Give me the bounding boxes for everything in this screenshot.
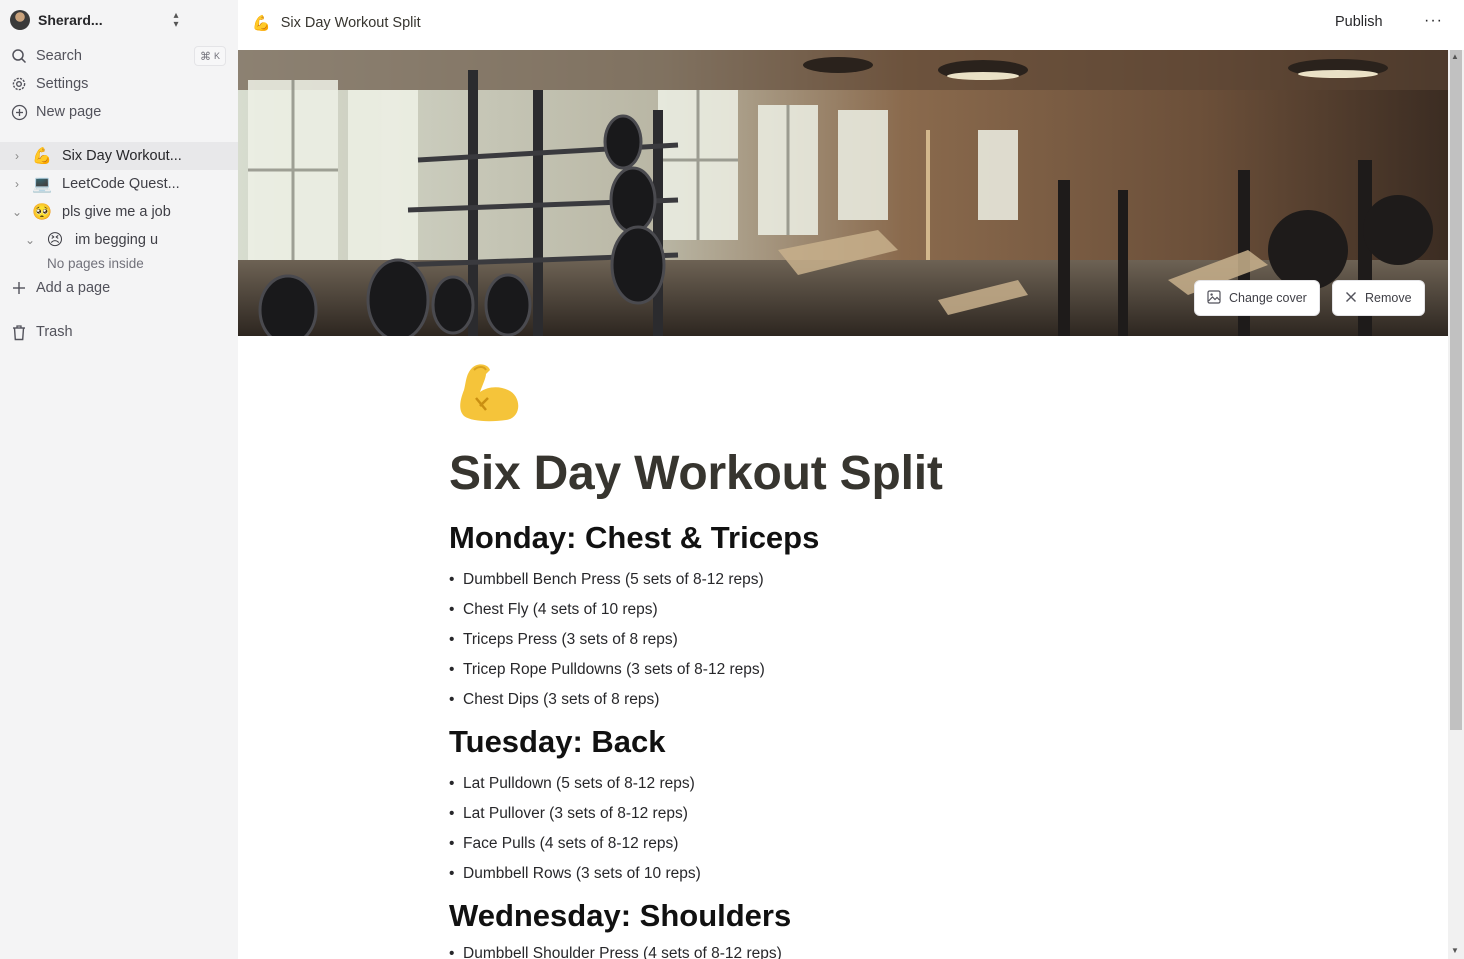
trash-button[interactable]: Trash	[10, 320, 228, 344]
chevron-down-icon[interactable]: ⌄	[23, 233, 37, 247]
bullet-icon: •	[449, 691, 455, 708]
sidebar: Sherard... ▴ ▾ Search ⌘ K Settings New pa…	[0, 0, 238, 959]
sidebar-item-label: LeetCode Quest...	[62, 176, 180, 192]
bullet-icon: •	[449, 835, 455, 852]
add-page-label: Add a page	[36, 280, 111, 296]
list-item[interactable]: • Tricep Rope Pulldowns (3 sets of 8-12 r…	[449, 661, 765, 679]
section-heading[interactable]: Monday: Chest & Triceps	[449, 520, 819, 556]
list-item[interactable]: • Dumbbell Bench Press (5 sets of 8-12 re…	[449, 571, 764, 589]
empty-children-note: No pages inside	[47, 256, 144, 271]
scrollbar-thumb[interactable]	[1450, 50, 1462, 730]
chevron-right-icon[interactable]: ›	[10, 177, 24, 191]
sidebar-item-label: pls give me a job	[62, 204, 171, 220]
list-item-text: Lat Pulldown (5 sets of 8-12 reps)	[463, 775, 695, 792]
list-item[interactable]: • Chest Dips (3 sets of 8 reps)	[449, 691, 659, 709]
sidebar-item-six-day-workout[interactable]: › 💪 Six Day Workout...	[0, 142, 238, 170]
more-options-icon[interactable]: ···	[1424, 12, 1443, 30]
bullet-icon: •	[449, 775, 455, 792]
list-item[interactable]: • Dumbbell Shoulder Press (4 sets of 8-12…	[449, 945, 782, 959]
list-item-text: Lat Pullover (3 sets of 8-12 reps)	[463, 805, 688, 822]
image-icon	[1207, 289, 1221, 307]
list-item[interactable]: • Lat Pullover (3 sets of 8-12 reps)	[449, 805, 688, 823]
chevron-right-icon[interactable]: ›	[10, 149, 24, 163]
publish-button[interactable]: Publish	[1335, 14, 1383, 30]
list-item-text: Triceps Press (3 sets of 8 reps)	[463, 631, 678, 648]
cover-image: Change cover Remove	[238, 50, 1448, 336]
flexed-biceps-icon: 💪	[32, 148, 52, 165]
list-item[interactable]: • Lat Pulldown (5 sets of 8-12 reps)	[449, 775, 695, 793]
list-item-text: Chest Fly (4 sets of 10 reps)	[463, 601, 658, 618]
close-icon	[1345, 291, 1357, 306]
chevron-down-icon[interactable]: ⌄	[10, 205, 24, 219]
sidebar-item-label: Six Day Workout...	[62, 148, 182, 164]
bullet-icon: •	[449, 571, 455, 588]
list-item-text: Face Pulls (4 sets of 8-12 reps)	[463, 835, 679, 852]
list-item-text: Dumbbell Bench Press (5 sets of 8-12 rep…	[463, 571, 764, 588]
new-page-label: New page	[36, 104, 102, 120]
workspace-switcher[interactable]: Sherard... ▴ ▾	[10, 8, 190, 32]
bullet-icon: •	[449, 601, 455, 618]
workspace-name: Sherard...	[38, 12, 103, 28]
add-page-button[interactable]: Add a page	[10, 276, 228, 300]
section-heading[interactable]: Wednesday: Shoulders	[449, 898, 791, 934]
pleading-face-icon: 🥺	[32, 204, 52, 221]
top-bar: 💪 Six Day Workout Split Publish ···	[238, 0, 1464, 50]
list-item-text: Dumbbell Shoulder Press (4 sets of 8-12 …	[463, 945, 782, 959]
remove-cover-button[interactable]: Remove	[1332, 280, 1425, 316]
settings-label: Settings	[36, 76, 89, 92]
bullet-icon: •	[449, 945, 455, 959]
list-item[interactable]: • Dumbbell Rows (3 sets of 10 reps)	[449, 865, 701, 883]
scroll-down-arrow-icon[interactable]: ▼	[1451, 946, 1459, 955]
list-item[interactable]: • Triceps Press (3 sets of 8 reps)	[449, 631, 678, 649]
bullet-icon: •	[449, 661, 455, 678]
scroll-up-arrow-icon[interactable]: ▲	[1451, 52, 1459, 61]
sidebar-item-begging[interactable]: ⌄ 😣 im begging u	[0, 226, 238, 254]
gear-icon	[10, 75, 28, 93]
flexed-biceps-icon	[460, 364, 519, 422]
chevron-up-down-icon: ▴ ▾	[173, 10, 179, 30]
sidebar-item-leetcode[interactable]: › 💻 LeetCode Quest...	[0, 170, 238, 198]
search-shortcut: ⌘ K	[193, 46, 226, 66]
sidebar-item-job[interactable]: ⌄ 🥺 pls give me a job	[0, 198, 238, 226]
bullet-icon: •	[449, 805, 455, 822]
laptop-icon: 💻	[32, 176, 52, 193]
search-icon	[10, 47, 28, 65]
change-cover-button[interactable]: Change cover	[1194, 280, 1320, 316]
persevering-face-icon: 😣	[46, 232, 64, 249]
list-item-text: Dumbbell Rows (3 sets of 10 reps)	[463, 865, 701, 882]
search-button[interactable]: Search ⌘ K	[10, 44, 228, 68]
remove-cover-label: Remove	[1365, 291, 1412, 305]
avatar	[10, 10, 30, 30]
section-heading[interactable]: Tuesday: Back	[449, 724, 666, 760]
change-cover-label: Change cover	[1229, 291, 1307, 305]
trash-icon	[10, 323, 28, 341]
search-label: Search	[36, 48, 82, 64]
plus-circle-icon	[10, 103, 28, 121]
command-key-icon: ⌘	[199, 50, 211, 63]
breadcrumb-title: Six Day Workout Split	[280, 15, 421, 31]
breadcrumb[interactable]: 💪 Six Day Workout Split	[252, 14, 421, 32]
new-page-button[interactable]: New page	[10, 100, 228, 124]
sidebar-item-label: im begging u	[75, 232, 159, 248]
bullet-icon: •	[449, 631, 455, 648]
list-item[interactable]: • Face Pulls (4 sets of 8-12 reps)	[449, 835, 678, 853]
flexed-biceps-icon: 💪	[252, 15, 271, 32]
plus-icon	[10, 279, 28, 297]
page-icon-flexed-biceps[interactable]	[452, 360, 528, 426]
shortcut-key: K	[213, 51, 220, 61]
trash-label: Trash	[36, 324, 73, 340]
bullet-icon: •	[449, 865, 455, 882]
list-item-text: Chest Dips (3 sets of 8 reps)	[463, 691, 660, 708]
page-title[interactable]: Six Day Workout Split	[449, 446, 943, 501]
list-item-text: Tricep Rope Pulldowns (3 sets of 8-12 re…	[463, 661, 765, 678]
settings-button[interactable]: Settings	[10, 72, 228, 96]
list-item[interactable]: • Chest Fly (4 sets of 10 reps)	[449, 601, 658, 619]
